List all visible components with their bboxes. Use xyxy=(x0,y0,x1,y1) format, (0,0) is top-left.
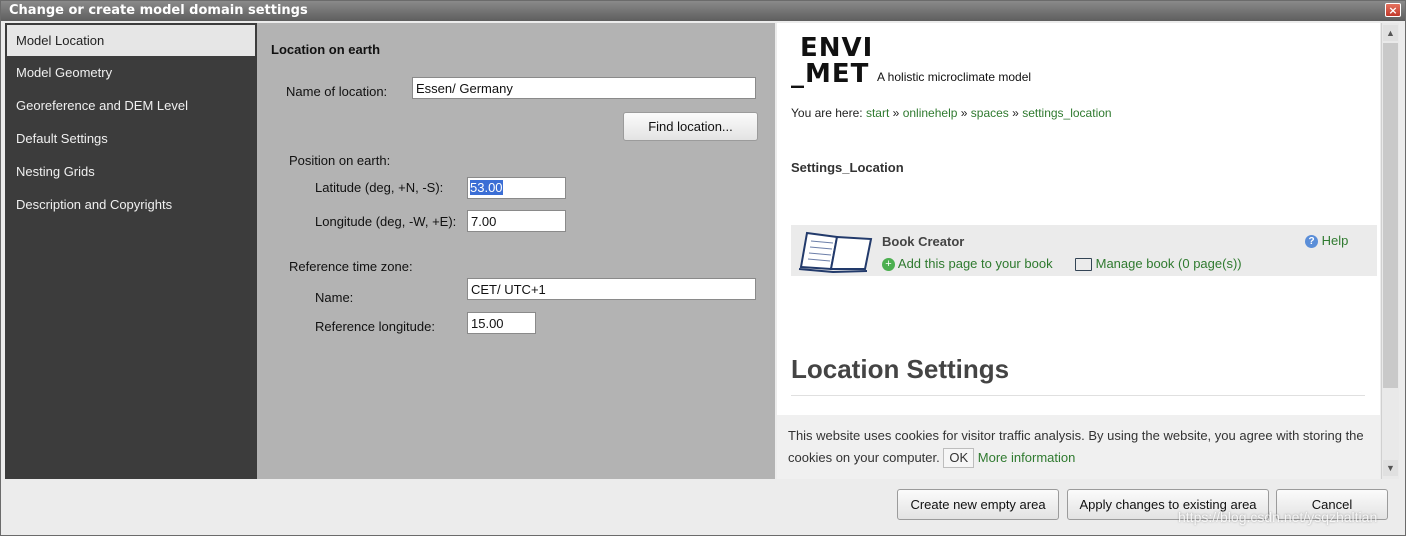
help-link-label: Help xyxy=(1321,233,1349,248)
timezone-title: Reference time zone: xyxy=(289,259,413,274)
latitude-input[interactable]: 53.00 xyxy=(467,177,566,199)
breadcrumb-sep: » xyxy=(960,106,968,120)
close-icon[interactable]: × xyxy=(1385,3,1401,17)
cookie-text: This website uses cookies for visitor tr… xyxy=(788,428,1364,465)
manage-book-link[interactable]: Manage book (0 page(s)) xyxy=(1075,256,1242,272)
envimet-logo-line2: _MET xyxy=(791,59,870,89)
location-name-label: Name of location: xyxy=(286,84,388,99)
breadcrumb-sep: » xyxy=(1012,106,1019,120)
location-settings-title: Location Settings xyxy=(791,354,1010,384)
breadcrumb-sep: » xyxy=(892,106,900,120)
breadcrumb-prefix: You are here: xyxy=(791,106,863,120)
help-panel: ENVI _MET A holistic microclimate model … xyxy=(777,23,1380,479)
tagline: A holistic microclimate model xyxy=(877,70,1032,84)
position-title: Position on earth: xyxy=(289,153,391,168)
help-link[interactable]: ? Help xyxy=(1305,233,1349,249)
scroll-down-icon[interactable]: ▼ xyxy=(1383,460,1398,476)
breadcrumb-start[interactable]: start xyxy=(866,106,889,120)
reference-longitude-input[interactable] xyxy=(467,312,536,334)
timezone-name-label: Name: xyxy=(315,290,354,305)
divider xyxy=(791,395,1365,396)
location-form: Location on earth Name of location: Find… xyxy=(257,23,775,479)
sidebar-item-model-geometry[interactable]: Model Geometry xyxy=(5,56,257,89)
latitude-value: 53.00 xyxy=(470,180,503,195)
page-heading: Settings_Location xyxy=(791,160,904,175)
add-page-link[interactable]: + Add this page to your book xyxy=(882,256,1053,272)
cookie-banner: This website uses cookies for visitor tr… xyxy=(777,415,1380,479)
sidebar-item-georeference[interactable]: Georeference and DEM Level xyxy=(5,89,257,122)
breadcrumb-spaces[interactable]: spaces xyxy=(971,106,1009,120)
title-bar: Change or create model domain settings × xyxy=(1,1,1405,21)
longitude-input[interactable] xyxy=(467,210,566,232)
section-title: Location on earth xyxy=(271,42,381,57)
breadcrumb-onlinehelp[interactable]: onlinehelp xyxy=(903,106,958,120)
book-creator-box: Book Creator + Add this page to your boo… xyxy=(791,225,1377,276)
help-icon: ? xyxy=(1305,235,1318,249)
sidebar-item-nesting-grids[interactable]: Nesting Grids xyxy=(5,155,257,188)
cookie-more-info-link[interactable]: More information xyxy=(978,450,1076,465)
open-book-icon xyxy=(1075,258,1092,272)
timezone-name-input[interactable] xyxy=(467,278,756,300)
add-page-link-label: Add this page to your book xyxy=(897,256,1053,271)
scroll-up-icon[interactable]: ▲ xyxy=(1383,25,1398,41)
create-new-area-button[interactable]: Create new empty area xyxy=(897,489,1059,520)
breadcrumb: You are here: start » onlinehelp » space… xyxy=(791,106,1112,120)
sidebar-item-default-settings[interactable]: Default Settings xyxy=(5,122,257,155)
help-scrollbar[interactable]: ▲ ▼ xyxy=(1381,23,1399,479)
settings-sidebar: Model Location Model Geometry Georeferen… xyxy=(5,23,257,479)
dialog-window: Change or create model domain settings ×… xyxy=(0,0,1406,536)
latitude-label: Latitude (deg, +N, -S): xyxy=(315,180,444,195)
sidebar-item-model-location[interactable]: Model Location xyxy=(7,25,255,56)
book-icon xyxy=(798,231,873,273)
book-creator-title: Book Creator xyxy=(882,234,965,249)
breadcrumb-settings-location[interactable]: settings_location xyxy=(1022,106,1111,120)
location-name-input[interactable] xyxy=(412,77,756,99)
manage-book-link-label: Manage book (0 page(s)) xyxy=(1095,256,1242,271)
find-location-button[interactable]: Find location... xyxy=(623,112,758,141)
add-icon: + xyxy=(882,258,895,272)
cookie-ok-button[interactable]: OK xyxy=(943,448,975,468)
window-title: Change or create model domain settings xyxy=(9,3,308,18)
reference-longitude-label: Reference longitude: xyxy=(315,319,435,334)
watermark: https://blog.csdn.net/ysqzhaltian xyxy=(1178,509,1378,525)
longitude-label: Longitude (deg, -W, +E): xyxy=(315,214,457,229)
scroll-thumb[interactable] xyxy=(1383,43,1398,388)
sidebar-item-description[interactable]: Description and Copyrights xyxy=(5,188,257,221)
